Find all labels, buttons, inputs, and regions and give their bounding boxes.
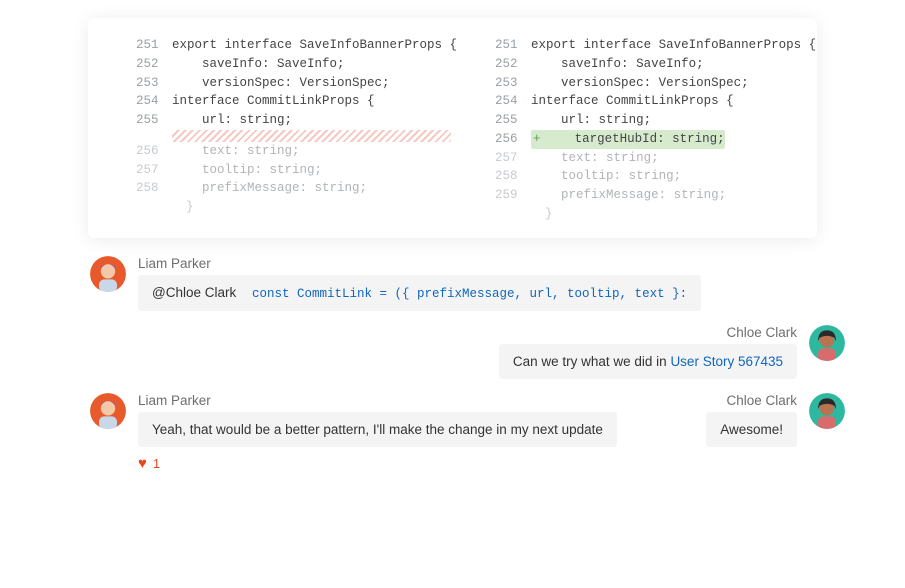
work-item-link[interactable]: User Story 567435	[670, 354, 783, 369]
code-text: versionSpec: VersionSpec;	[172, 74, 390, 93]
comment-bubble[interactable]: Can we try what we did in User Story 567…	[499, 344, 797, 379]
comment-author: Chloe Clark	[726, 393, 797, 408]
code-line[interactable]: 255 url: string;	[495, 111, 816, 130]
code-line[interactable]: 259 prefixMessage: string;	[495, 186, 816, 205]
mention[interactable]: @Chloe Clark	[152, 285, 236, 300]
line-number: 259	[495, 186, 531, 205]
line-number: 254	[495, 92, 531, 111]
close-brace-left: }	[136, 198, 457, 217]
heart-icon[interactable]: ♥	[138, 455, 147, 472]
line-number: 257	[495, 149, 531, 168]
avatar-liam[interactable]	[90, 256, 126, 292]
code-line[interactable]: 257 tooltip: string;	[136, 161, 457, 180]
diff-viewer: 251export interface SaveInfoBannerProps …	[88, 18, 817, 238]
code-text: tooltip: string;	[531, 167, 681, 186]
comment-chloe-2: Chloe Clark Awesome!	[706, 393, 845, 447]
avatar-chloe[interactable]	[809, 325, 845, 361]
code-text: export interface SaveInfoBannerProps {	[172, 36, 457, 55]
line-number: 257	[136, 161, 172, 180]
line-number: 253	[136, 74, 172, 93]
comment-thread: Liam Parker @Chloe Clark const CommitLin…	[90, 256, 845, 379]
code-text: interface CommitLinkProps {	[172, 92, 375, 111]
line-number: 252	[495, 55, 531, 74]
code-line[interactable]: 257 text: string;	[495, 149, 816, 168]
line-number: 258	[495, 167, 531, 186]
line-number: 256	[495, 130, 531, 149]
line-number: 251	[495, 36, 531, 55]
code-line[interactable]: 255 url: string;	[136, 111, 457, 130]
inline-code: const CommitLink = ({ prefixMessage, url…	[252, 287, 687, 301]
avatar-chloe[interactable]	[809, 393, 845, 429]
code-text: tooltip: string;	[172, 161, 322, 180]
code-line[interactable]: 251export interface SaveInfoBannerProps …	[495, 36, 816, 55]
code-text: versionSpec: VersionSpec;	[531, 74, 749, 93]
line-number: 255	[136, 111, 172, 130]
avatar-liam[interactable]	[90, 393, 126, 429]
comment-liam-2: Liam Parker Yeah, that would be a better…	[90, 393, 706, 472]
line-number: 255	[495, 111, 531, 130]
comment-liam-1: Liam Parker @Chloe Clark const CommitLin…	[90, 256, 845, 311]
code-text: saveInfo: SaveInfo;	[172, 55, 345, 74]
comment-author: Liam Parker	[138, 393, 617, 408]
code-text: export interface SaveInfoBannerProps {	[531, 36, 816, 55]
code-text: text: string;	[531, 149, 659, 168]
comment-author: Chloe Clark	[726, 325, 797, 340]
code-line[interactable]: 256 text: string;	[136, 142, 457, 161]
line-number: 253	[495, 74, 531, 93]
code-line[interactable]: 251export interface SaveInfoBannerProps …	[136, 36, 457, 55]
line-number: 252	[136, 55, 172, 74]
code-text: prefixMessage: string;	[531, 186, 726, 205]
comment-bubble[interactable]: Awesome!	[706, 412, 797, 447]
code-text: interface CommitLinkProps {	[531, 92, 734, 111]
line-number: 251	[136, 36, 172, 55]
code-text: url: string;	[531, 111, 651, 130]
diff-left-column: 251export interface SaveInfoBannerProps …	[88, 36, 467, 224]
comment-bubble[interactable]: Yeah, that would be a better pattern, I'…	[138, 412, 617, 447]
code-text: text: string;	[172, 142, 300, 161]
reaction-bar[interactable]: ♥ 1	[138, 455, 617, 472]
line-number: 258	[136, 179, 172, 198]
code-text: prefixMessage: string;	[172, 179, 367, 198]
code-line[interactable]: 254interface CommitLinkProps {	[136, 92, 457, 111]
code-text: url: string;	[172, 111, 292, 130]
comment-bubble[interactable]: @Chloe Clark const CommitLink = ({ prefi…	[138, 275, 701, 311]
code-line[interactable]: 252 saveInfo: SaveInfo;	[495, 55, 816, 74]
code-line[interactable]: 258 prefixMessage: string;	[136, 179, 457, 198]
code-line[interactable]: 253 versionSpec: VersionSpec;	[136, 74, 457, 93]
code-line[interactable]: 252 saveInfo: SaveInfo;	[136, 55, 457, 74]
line-number: 254	[136, 92, 172, 111]
code-line[interactable]: 253 versionSpec: VersionSpec;	[495, 74, 816, 93]
added-line[interactable]: 256 + targetHubId: string;	[495, 130, 816, 149]
code-text: saveInfo: SaveInfo;	[531, 55, 704, 74]
close-brace-right: }	[495, 205, 816, 224]
diff-right-column: 251export interface SaveInfoBannerProps …	[467, 36, 856, 224]
code-line[interactable]: 258 tooltip: string;	[495, 167, 816, 186]
comment-author: Liam Parker	[138, 256, 701, 271]
removed-placeholder	[172, 130, 451, 142]
line-number: 256	[136, 142, 172, 161]
comment-chloe-1: Chloe Clark Can we try what we did in Us…	[90, 325, 845, 379]
code-line[interactable]: 254interface CommitLinkProps {	[495, 92, 816, 111]
reaction-count: 1	[153, 456, 160, 471]
